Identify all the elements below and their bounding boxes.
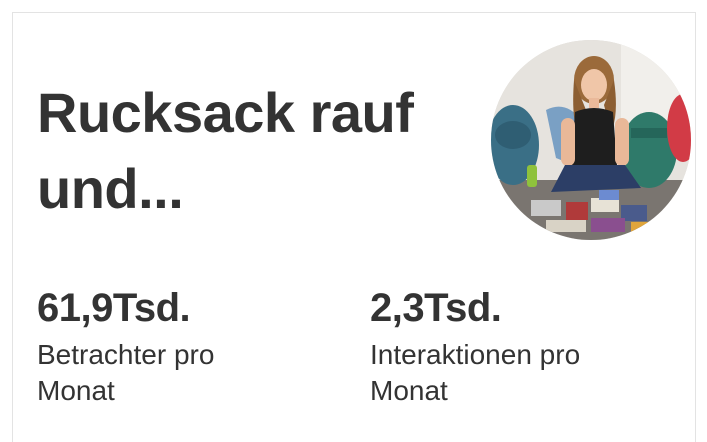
monthly-viewers-stat: 61,9Tsd. Betrachter pro Monat xyxy=(37,285,337,409)
profile-stats-card[interactable]: Rucksack rauf und... 61,9Tsd. Betrachter… xyxy=(12,12,696,442)
monthly-interactions-label-line1: Interaktionen pro xyxy=(370,339,581,370)
monthly-viewers-label-line2: Monat xyxy=(37,375,115,406)
monthly-interactions-label: Interaktionen pro Monat xyxy=(370,337,670,409)
monthly-interactions-label-line2: Monat xyxy=(370,375,448,406)
monthly-interactions-value: 2,3Tsd. xyxy=(370,286,502,330)
profile-avatar[interactable] xyxy=(491,40,691,240)
monthly-viewers-label-line1: Betrachter pro xyxy=(37,339,215,370)
board-title[interactable]: Rucksack rauf und... xyxy=(37,75,477,227)
monthly-interactions-stat: 2,3Tsd. Interaktionen pro Monat xyxy=(370,285,670,409)
monthly-viewers-label: Betrachter pro Monat xyxy=(37,337,337,409)
avatar-photo-icon xyxy=(491,40,691,240)
monthly-viewers-value: 61,9Tsd. xyxy=(37,286,191,330)
